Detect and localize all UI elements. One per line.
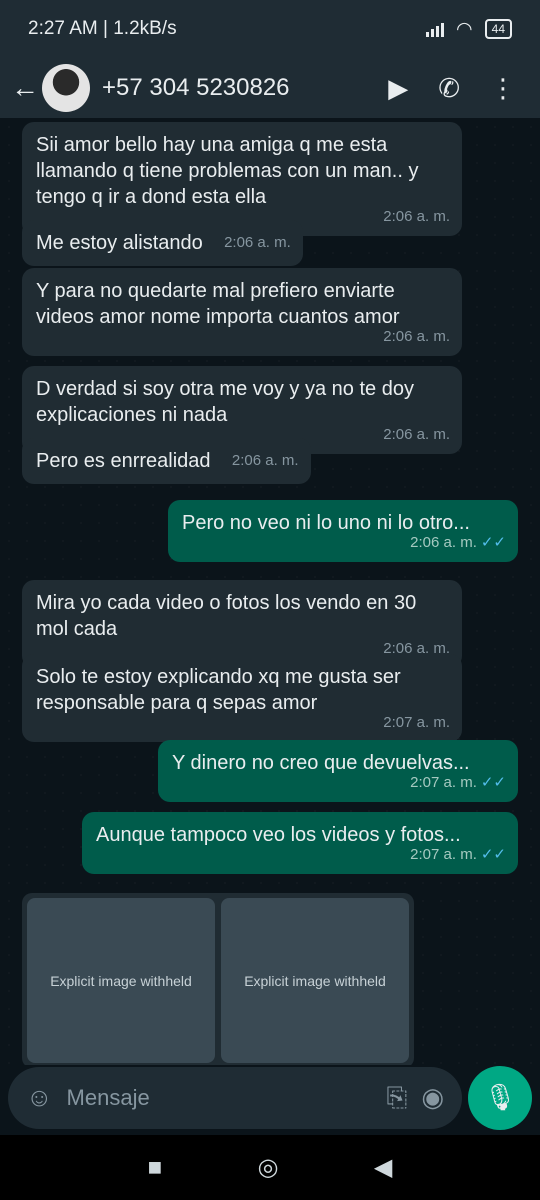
back-arrow-icon[interactable]: ← bbox=[10, 72, 40, 104]
mic-icon: 🎙 bbox=[483, 1082, 517, 1112]
mic-button[interactable]: 🎙 bbox=[468, 1065, 532, 1130]
message-text: Pero es enrrealidad bbox=[36, 450, 211, 472]
avatar[interactable] bbox=[42, 64, 90, 112]
back-nav-icon[interactable]: ◀ bbox=[374, 1153, 392, 1182]
battery-icon: 44 bbox=[484, 19, 512, 39]
more-icon[interactable]: ⋮ bbox=[490, 73, 516, 104]
message-time: 2:06 a. m. bbox=[383, 426, 450, 443]
media-message[interactable]: Explicit image withheld Explicit image w… bbox=[22, 893, 414, 1065]
message-time: 2:07 a. m. ✓✓ bbox=[410, 774, 506, 791]
status-bar: 2:27 AM | 1.2kB/s ◠ 44 bbox=[0, 0, 540, 58]
recents-icon[interactable]: ■ bbox=[148, 1154, 163, 1182]
read-check-icon: ✓✓ bbox=[480, 534, 506, 551]
message-bubble[interactable]: Pero no veo ni lo uno ni lo otro... 2:06… bbox=[168, 500, 518, 562]
message-time: 2:06 a. m. ✓✓ bbox=[410, 534, 506, 551]
message-text: Mira yo cada video o fotos los vendo en … bbox=[36, 592, 417, 640]
message-bubble[interactable]: Sii amor bello hay una amiga q me esta l… bbox=[22, 122, 462, 236]
camera-icon[interactable]: ◉ bbox=[421, 1082, 444, 1113]
media-thumbnail-withheld[interactable]: Explicit image withheld bbox=[221, 898, 409, 1063]
media-thumbnail-withheld[interactable]: Explicit image withheld bbox=[27, 898, 215, 1063]
read-check-icon: ✓✓ bbox=[480, 774, 506, 791]
status-speed: 1.2kB/s bbox=[113, 18, 177, 39]
attach-icon[interactable]: ⎘ bbox=[387, 1082, 408, 1114]
message-time: 2:06 a. m. bbox=[383, 208, 450, 225]
message-text: Y para no quedarte mal prefiero enviarte… bbox=[36, 280, 400, 328]
message-text: D verdad si soy otra me voy y ya no te d… bbox=[36, 378, 414, 426]
message-text: Sii amor bello hay una amiga q me esta l… bbox=[36, 134, 419, 208]
message-bubble[interactable]: Solo te estoy explicando xq me gusta ser… bbox=[22, 654, 462, 742]
home-icon[interactable]: ◎ bbox=[258, 1153, 279, 1182]
message-bubble[interactable]: Aunque tampoco veo los videos y fotos...… bbox=[82, 812, 518, 874]
chat-area[interactable]: Sii amor bello hay una amiga q me esta l… bbox=[0, 118, 540, 1065]
message-time: 2:06 a. m. bbox=[383, 328, 450, 345]
wifi-icon: ◠ bbox=[456, 18, 473, 40]
contact-name[interactable]: +57 304 5230826 bbox=[102, 74, 388, 102]
message-bubble[interactable]: Me estoy alistando 2:06 a. m. bbox=[22, 220, 303, 266]
message-time: 2:07 a. m. bbox=[383, 714, 450, 731]
status-time: 2:27 AM bbox=[28, 18, 98, 39]
read-check-icon: ✓✓ bbox=[480, 846, 506, 863]
video-call-icon[interactable]: ▶ bbox=[388, 73, 408, 104]
chat-header: ← +57 304 5230826 ▶ ✆ ⋮ bbox=[0, 58, 540, 118]
signal-icon bbox=[426, 21, 445, 37]
message-input-box[interactable]: ☺ Mensaje ⎘ ◉ bbox=[8, 1066, 462, 1129]
phone-icon[interactable]: ✆ bbox=[438, 73, 460, 104]
message-input[interactable]: Mensaje bbox=[67, 1085, 373, 1111]
message-time: 2:06 a. m. bbox=[231, 452, 299, 469]
message-time: 2:07 a. m. ✓✓ bbox=[410, 846, 506, 863]
message-time: 2:06 a. m. bbox=[224, 234, 291, 251]
message-bubble[interactable]: Pero es enrrealidad 2:06 a. m. bbox=[22, 438, 311, 484]
composer: ☺ Mensaje ⎘ ◉ 🎙 bbox=[0, 1065, 540, 1130]
message-bubble[interactable]: Y dinero no creo que devuelvas... 2:07 a… bbox=[158, 740, 518, 802]
battery-level: 44 bbox=[491, 22, 505, 36]
emoji-icon[interactable]: ☺ bbox=[26, 1082, 53, 1113]
system-nav-bar: ■ ◎ ◀ bbox=[0, 1135, 540, 1200]
message-text: Solo te estoy explicando xq me gusta ser… bbox=[36, 666, 401, 714]
message-text: Me estoy alistando bbox=[36, 232, 203, 254]
message-bubble[interactable]: Y para no quedarte mal prefiero enviarte… bbox=[22, 268, 462, 356]
